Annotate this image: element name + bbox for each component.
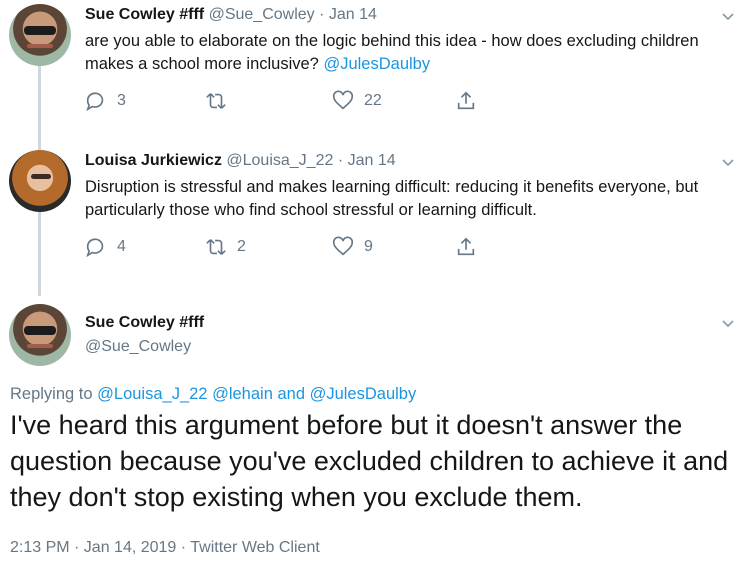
author-name[interactable]: Sue Cowley #fff [85, 6, 204, 23]
reply-icon [86, 238, 104, 258]
reply-button[interactable]: 3 [85, 90, 126, 112]
author-handle-text[interactable]: @Sue_Cowley [85, 338, 191, 355]
share-button[interactable] [455, 236, 487, 258]
separator-dot: · [319, 6, 325, 23]
share-icon [457, 237, 475, 256]
tweet-text: are you able to elaborate on the logic b… [85, 30, 735, 76]
tweet-date[interactable]: Jan 14 [348, 152, 396, 169]
share-icon [457, 91, 475, 110]
chevron-down-icon[interactable] [721, 316, 735, 330]
mention-link[interactable]: @lehain [212, 385, 273, 403]
like-count: 9 [364, 238, 373, 255]
tweet-date[interactable]: Jan 14 [329, 6, 377, 23]
share-button[interactable] [455, 90, 487, 112]
tweet-header: Louisa Jurkiewicz @Louisa_J_22 · Jan 14 [85, 152, 396, 170]
avatar[interactable] [9, 4, 71, 66]
tweet-header: Sue Cowley #fff @Sue_Cowley · Jan 14 [85, 6, 377, 24]
author-name-text[interactable]: Sue Cowley #fff [85, 314, 204, 331]
mention-link[interactable]: @JulesDaulby [323, 55, 430, 73]
tweet-actions: 4 2 9 [85, 236, 485, 260]
heart-icon [332, 236, 354, 256]
retweet-icon [206, 239, 226, 255]
focused-tweet-text: I've heard this argument before but it d… [10, 410, 729, 512]
reply-icon [86, 92, 104, 112]
reply-count: 3 [117, 92, 126, 109]
mention-link[interactable]: @JulesDaulby [310, 385, 417, 403]
like-button[interactable]: 22 [332, 90, 382, 112]
reply-button[interactable]: 4 [85, 236, 126, 258]
replying-and: and [277, 385, 305, 403]
chevron-down-icon[interactable] [721, 155, 735, 169]
author-handle[interactable]: @Louisa_J_22 [226, 152, 333, 169]
chevron-down-icon[interactable] [721, 9, 735, 23]
reply-count: 4 [117, 238, 126, 255]
author-name[interactable]: Louisa Jurkiewicz [85, 152, 222, 169]
retweet-button[interactable]: 2 [205, 236, 246, 258]
retweet-icon [206, 93, 226, 109]
like-button[interactable]: 9 [332, 236, 373, 258]
tweet-timestamp[interactable]: 2:13 PM · Jan 14, 2019 · Twitter Web Cli… [10, 539, 320, 557]
tweet-sue-cowley[interactable]: Sue Cowley #fff @Sue_Cowley · Jan 14 are… [0, 0, 741, 150]
author-handle[interactable]: @Sue_Cowley [85, 338, 191, 356]
author-name[interactable]: Sue Cowley #fff [85, 314, 204, 332]
avatar[interactable] [9, 304, 71, 366]
tweet-text: Disruption is stressful and makes learni… [85, 178, 699, 219]
separator-dot: · [337, 152, 344, 169]
mention-link[interactable]: @Louisa_J_22 [97, 385, 207, 403]
retweet-button[interactable] [205, 90, 237, 112]
replying-to: Replying to @Louisa_J_22 @lehain and @Ju… [10, 385, 416, 404]
heart-icon [332, 90, 354, 110]
like-count: 22 [364, 92, 382, 109]
tweet-actions: 3 22 [85, 90, 485, 114]
replying-prefix: Replying to [10, 385, 93, 403]
retweet-count: 2 [237, 238, 246, 255]
author-handle[interactable]: @Sue_Cowley [209, 6, 315, 23]
tweet-louisa-jurkiewicz[interactable]: Louisa Jurkiewicz @Louisa_J_22 · Jan 14 … [0, 146, 741, 296]
avatar[interactable] [9, 150, 71, 212]
